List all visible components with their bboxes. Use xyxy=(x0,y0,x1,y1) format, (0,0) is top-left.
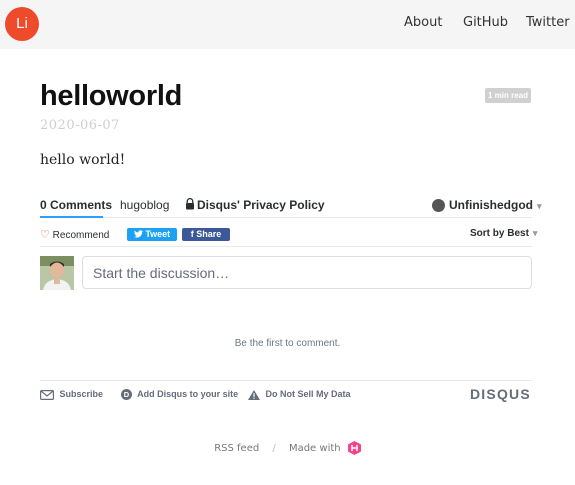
disqus-logo[interactable]: DISQUS xyxy=(470,386,531,402)
post-title: helloworld xyxy=(40,80,183,112)
site-header: Li About GitHub Twitter xyxy=(0,0,575,49)
avatar-image xyxy=(40,256,74,290)
avatar[interactable] xyxy=(40,256,74,290)
comment-input[interactable] xyxy=(82,256,532,289)
facebook-share-button[interactable]: f Share xyxy=(182,228,230,241)
nav-about[interactable]: About xyxy=(404,15,442,30)
user-menu[interactable]: Unfinishedgod ▾ xyxy=(449,198,542,212)
user-avatar-icon[interactable] xyxy=(432,199,445,212)
svg-text:D: D xyxy=(124,390,130,399)
disqus-d-icon: D xyxy=(121,389,132,401)
lock-icon xyxy=(186,198,194,210)
subscribe-label: Subscribe xyxy=(59,389,104,399)
nav-twitter[interactable]: Twitter xyxy=(526,15,570,30)
hugo-logo-icon[interactable] xyxy=(347,441,361,455)
site-logo[interactable]: Li xyxy=(5,7,39,41)
empty-comments-note: Be the first to comment. xyxy=(234,338,341,349)
site-footer: RSS feed / Made with xyxy=(0,441,575,455)
warning-icon xyxy=(248,389,260,400)
sort-label: Sort by Best xyxy=(470,228,529,239)
heart-icon: ♡ xyxy=(40,229,50,241)
tweet-button[interactable]: Tweet xyxy=(127,228,177,241)
add-disqus-link[interactable]: D Add Disqus to your site xyxy=(121,389,239,401)
nav-github[interactable]: GitHub xyxy=(463,15,508,30)
tweet-label: Tweet xyxy=(145,229,171,239)
divider xyxy=(40,380,532,381)
add-disqus-label: Add Disqus to your site xyxy=(137,389,239,399)
twitter-bird-icon xyxy=(133,230,143,238)
post-date: 2020-06-07 xyxy=(40,118,120,133)
subscribe-link[interactable]: Subscribe xyxy=(40,389,103,400)
sort-menu[interactable]: Sort by Best ▾ xyxy=(470,228,537,239)
chevron-down-icon: ▾ xyxy=(537,201,542,211)
post-body: hello world! xyxy=(40,152,126,168)
active-tab-indicator xyxy=(40,216,103,218)
user-name: Unfinishedgod xyxy=(449,198,533,212)
rss-feed-link[interactable]: RSS feed xyxy=(214,443,259,454)
facebook-icon: f xyxy=(190,229,194,239)
do-not-sell-label: Do Not Sell My Data xyxy=(265,389,351,399)
recommend-label: Recommend xyxy=(52,230,110,241)
tab-comments[interactable]: 0 Comments xyxy=(40,198,112,212)
divider xyxy=(40,246,532,247)
divider xyxy=(103,217,532,218)
recommend-button[interactable]: ♡ Recommend xyxy=(40,228,109,241)
made-with-label: Made with xyxy=(288,443,341,454)
do-not-sell-link[interactable]: Do Not Sell My Data xyxy=(248,389,351,400)
privacy-policy-link[interactable]: Disqus' Privacy Policy xyxy=(197,198,325,212)
envelope-icon xyxy=(40,389,54,400)
footer-separator: / xyxy=(272,443,276,454)
read-time-badge: 1 min read xyxy=(485,88,531,103)
share-label: Share xyxy=(196,229,222,239)
tab-forum[interactable]: hugoblog xyxy=(120,198,169,212)
chevron-down-icon: ▾ xyxy=(532,228,538,238)
